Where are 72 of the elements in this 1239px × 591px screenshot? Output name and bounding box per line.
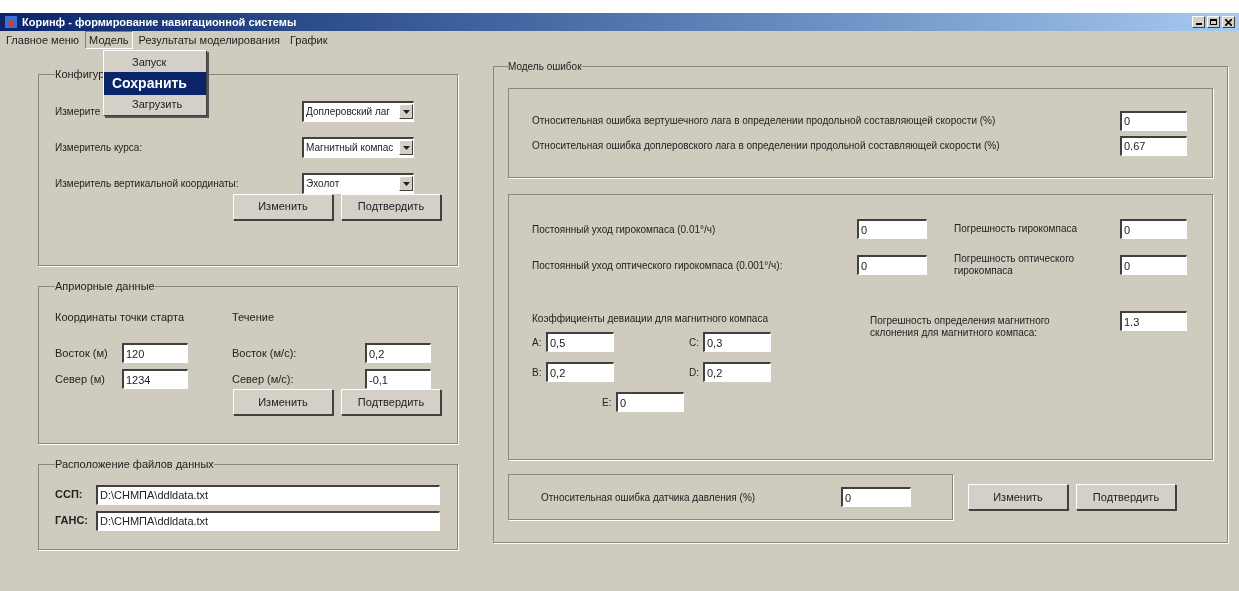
- section-heading: Коэффициенты девиации для магнитного компаса: [532, 312, 769, 326]
- field-label: Постоянный уход гирокомпаса (0.01°/ч): [532, 222, 716, 237]
- field-label: Измерите: [55, 104, 101, 119]
- button[interactable]: Подтвердить: [1076, 484, 1176, 510]
- field-label: Погрешность определения магнитного склонения для магнитного компаса:: [870, 314, 1051, 339]
- app-icon: [4, 15, 18, 29]
- field-label: Восток (м/с):: [232, 345, 297, 361]
- menu-item[interactable]: График: [286, 30, 332, 50]
- field-label: E:: [602, 395, 613, 410]
- button[interactable]: Изменить: [233, 193, 333, 220]
- button[interactable]: Подтвердить: [341, 193, 441, 220]
- window-title: Коринф - формирование навигационной системы: [22, 14, 297, 30]
- dropdown-arrow-icon: [402, 181, 410, 186]
- button[interactable]: Подтвердить: [341, 389, 441, 415]
- field-label: A:: [532, 335, 543, 350]
- close-button[interactable]: [1222, 16, 1235, 28]
- menu-item[interactable]: Результаты моделирования: [134, 30, 284, 50]
- group-title: Априорные данные: [55, 279, 155, 294]
- input-field[interactable]: 0,2: [365, 343, 431, 363]
- button[interactable]: Изменить: [968, 484, 1068, 510]
- group-title: Модель ошибок: [508, 60, 582, 74]
- field-label: Измеритель курса:: [55, 140, 143, 155]
- dropdown-arrow-icon: [402, 145, 410, 150]
- field-label: Восток (м): [55, 345, 109, 361]
- field-label: D:: [689, 365, 700, 380]
- section-heading: Течение: [232, 309, 276, 325]
- menu-item[interactable]: Главное меню: [2, 30, 84, 50]
- field-label: Постоянный уход оптического гирокомпаса (0.001°/ч):: [532, 258, 783, 273]
- field-label: Север (м/с):: [232, 371, 294, 387]
- input-field[interactable]: 0: [1120, 219, 1187, 239]
- minimize-button[interactable]: [1192, 16, 1205, 28]
- section-heading: Координаты точки старта: [55, 309, 185, 325]
- field-label: ГАНС:: [55, 513, 90, 529]
- input-field[interactable]: 1234: [122, 369, 188, 389]
- maximize-button[interactable]: [1207, 16, 1220, 28]
- input-field[interactable]: 0,2: [546, 362, 614, 382]
- field-label: Относительная ошибка доплеровского лага в определении продольной составляющей скорости (%): [532, 139, 1000, 153]
- input-field[interactable]: 1.3: [1120, 311, 1187, 331]
- field-label: Север (м): [55, 371, 106, 387]
- dropdown-field[interactable]: Магнитный компас: [302, 136, 414, 158]
- input-field[interactable]: -0,1: [365, 369, 431, 389]
- field-label: Измеритель вертикальной координаты:: [55, 176, 239, 191]
- menu-item[interactable]: Сохранить: [104, 71, 206, 95]
- input-field[interactable]: 0: [857, 255, 927, 275]
- input-field[interactable]: D:\CHMПA\ddldata.txt: [96, 484, 440, 505]
- input-field[interactable]: D:\CHMПA\ddldata.txt: [96, 510, 440, 531]
- input-field[interactable]: 0,3: [703, 332, 771, 352]
- group-title: Расположение файлов данных: [55, 457, 214, 472]
- dropdown-field[interactable]: Доплеровский лаг: [302, 100, 414, 122]
- field-label: B:: [532, 365, 543, 380]
- dropdown-arrow-icon: [402, 109, 410, 114]
- field-label: ССП:: [55, 487, 84, 503]
- input-field[interactable]: 0,2: [703, 362, 771, 382]
- input-field[interactable]: 120: [122, 343, 188, 363]
- button[interactable]: Изменить: [233, 389, 333, 415]
- menu-item[interactable]: Запуск: [104, 53, 206, 72]
- input-field[interactable]: 0.67: [1120, 135, 1187, 156]
- input-field[interactable]: 0: [841, 487, 911, 507]
- input-field[interactable]: 0: [857, 219, 927, 239]
- input-field[interactable]: 0: [1120, 110, 1187, 131]
- field-label: C:: [689, 335, 700, 350]
- field-label: Относительная ошибка вертушечного лага в определении продольной составляющей скорости (%): [532, 114, 996, 128]
- field-label: Погрешность оптического гирокомпаса: [954, 253, 1076, 277]
- input-field[interactable]: 0: [1120, 255, 1187, 275]
- field-label: Относительная ошибка датчика давления (%): [541, 490, 757, 505]
- menu-item[interactable]: Загрузить: [104, 94, 206, 113]
- input-field[interactable]: 0,5: [546, 332, 614, 352]
- input-field[interactable]: 0: [616, 392, 684, 412]
- field-label: Погрешность гирокомпаса: [954, 223, 1078, 235]
- dropdown-field[interactable]: Эхолот: [302, 172, 414, 194]
- menu-item[interactable]: Модель: [85, 30, 133, 50]
- group-title: Конфигур: [55, 67, 105, 82]
